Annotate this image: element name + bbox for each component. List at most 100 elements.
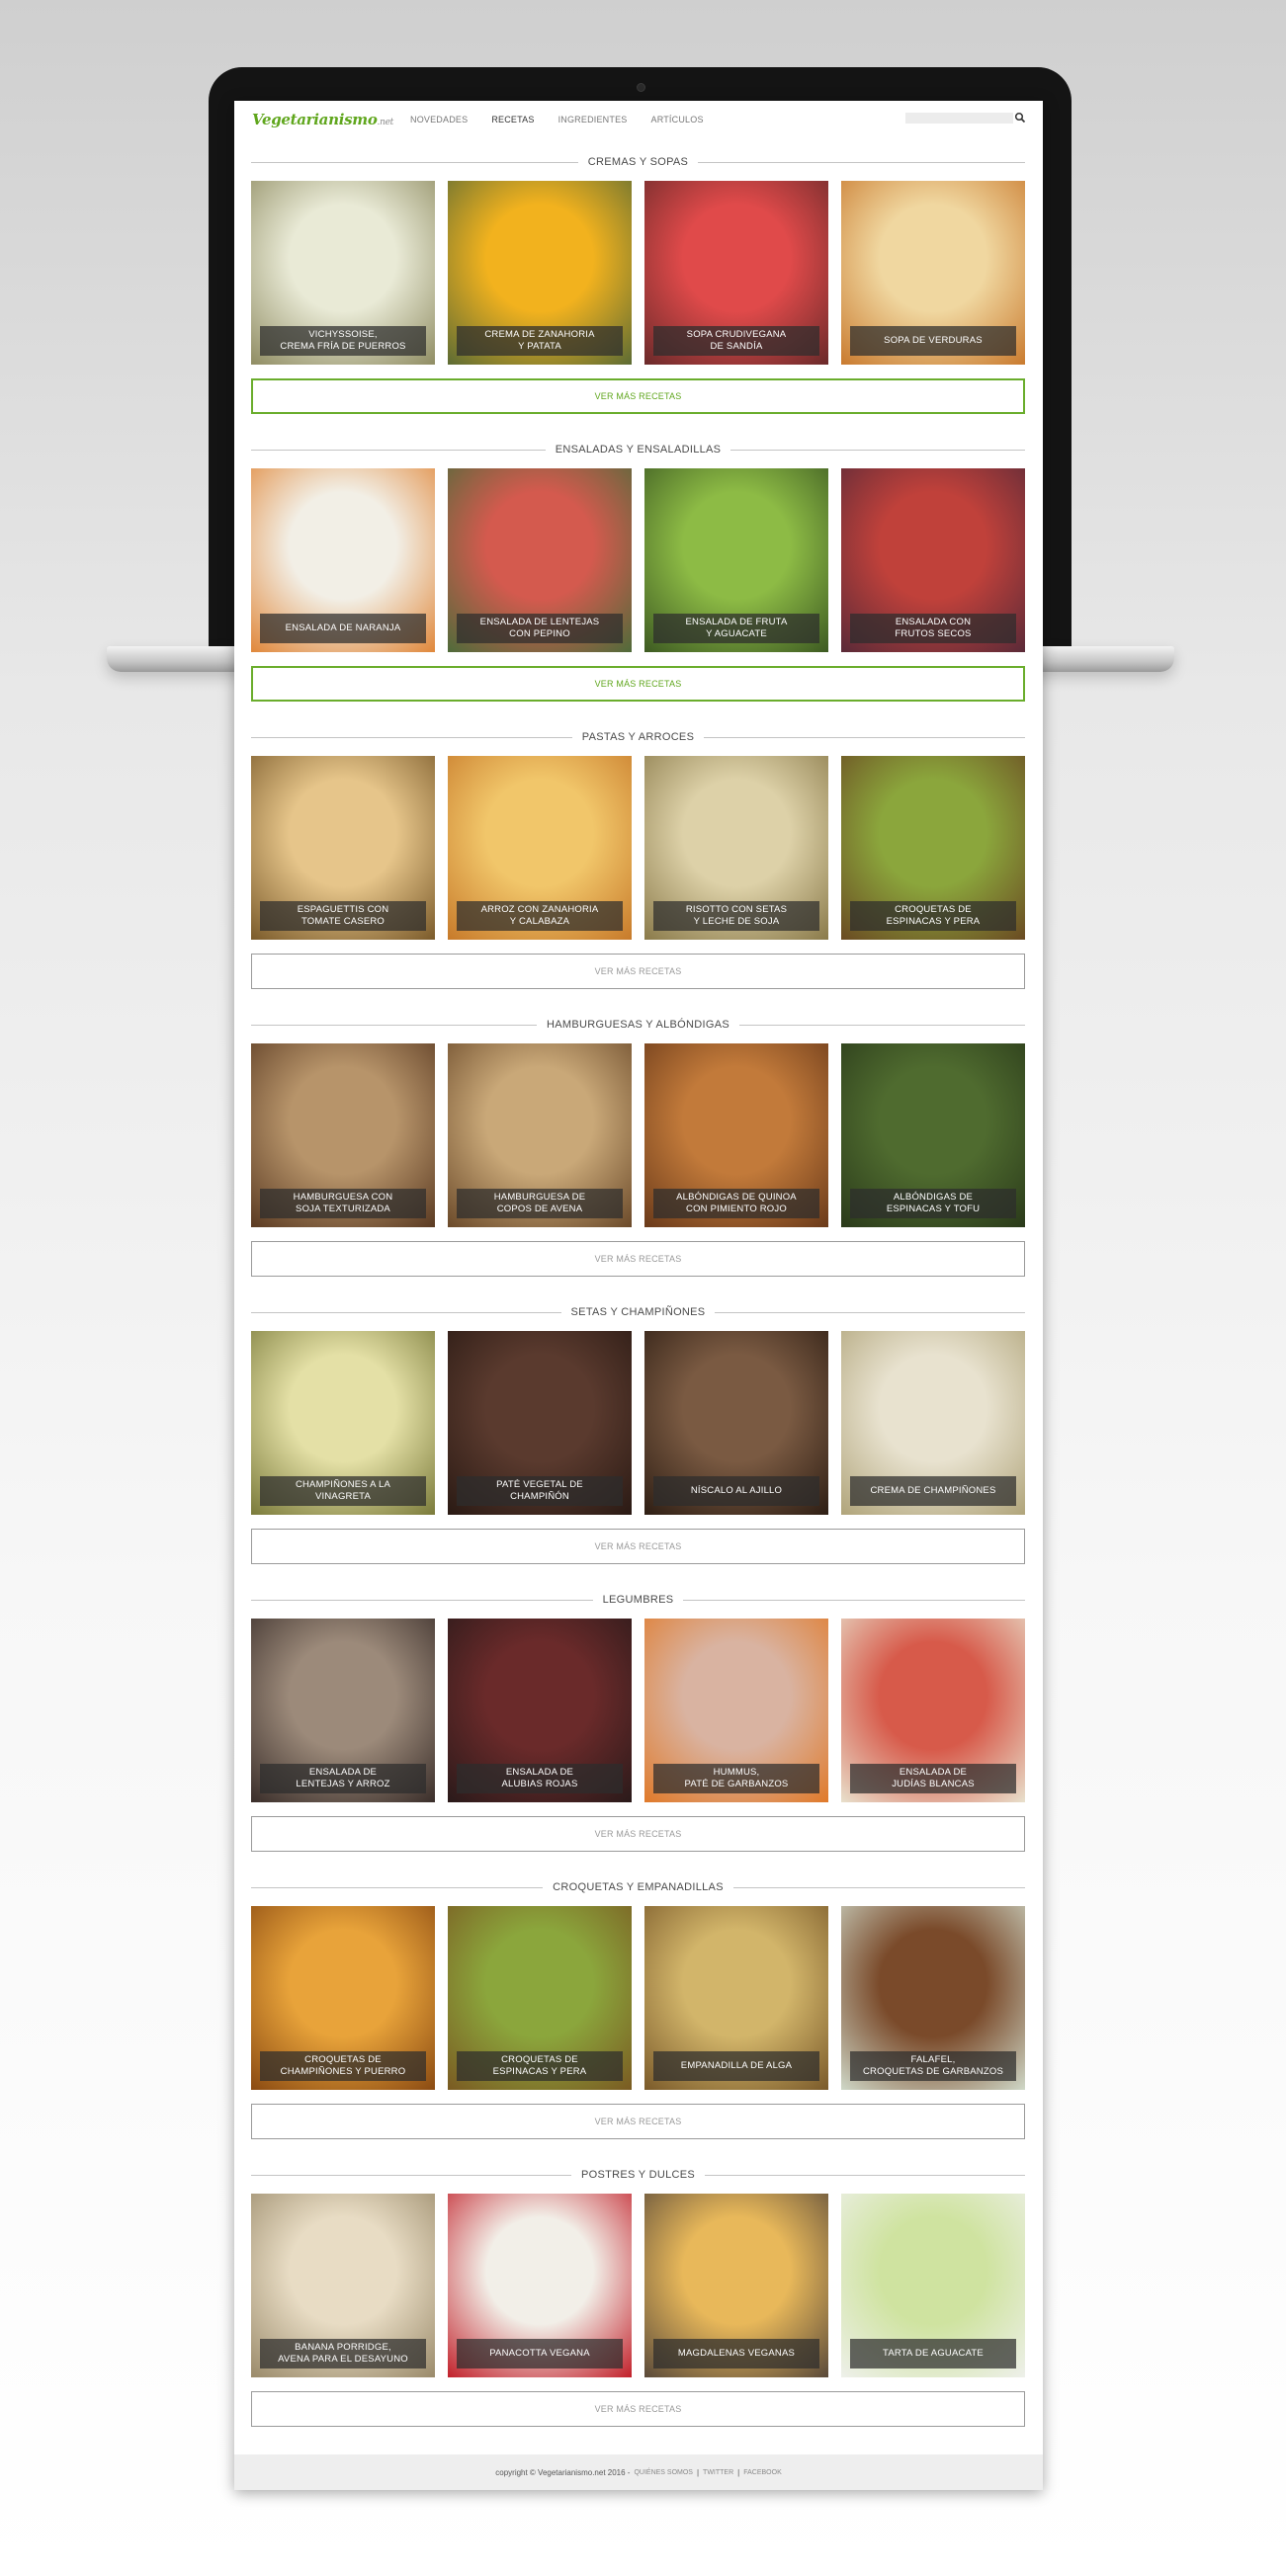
section-heading: Hamburguesas y albóndigas: [547, 1019, 729, 1031]
recipe-section: Setas y champiñones Champiñones a la vina…: [251, 1302, 1025, 1590]
see-more-recipes-button[interactable]: Ver más recetas: [251, 378, 1025, 414]
recipe-caption: Ensalada con frutos secos: [850, 614, 1016, 643]
main-nav: Novedades Recetas Ingredientes Artículos: [410, 115, 704, 125]
recipe-card[interactable]: Risotto con setas y leche de soja: [644, 756, 828, 940]
recipe-caption: Empanadilla de alga: [653, 2051, 819, 2081]
section-title: Pastas y arroces: [251, 727, 1026, 747]
recipe-card[interactable]: Paté vegetal de champiñón: [448, 1331, 632, 1515]
section-title: Legumbres: [251, 1590, 1025, 1610]
recipe-caption: Ensalada de alubias rojas: [457, 1764, 623, 1793]
divider: [251, 2174, 571, 2176]
recipe-caption: Hamburguesa de copos de avena: [457, 1189, 623, 1218]
recipe-caption: Banana porridge, avena para el desayuno: [260, 2339, 426, 2368]
section-heading: Postres y dulces: [580, 2169, 696, 2181]
search-input[interactable]: [905, 113, 1013, 124]
nav-novedades[interactable]: Novedades: [410, 115, 468, 125]
recipe-caption: Ensalada de judías blancas: [850, 1764, 1016, 1793]
recipe-card[interactable]: Níscalo al ajillo: [644, 1331, 828, 1515]
footer-link-facebook[interactable]: Facebook: [743, 2469, 782, 2476]
see-more-recipes-button[interactable]: Ver más recetas: [251, 2104, 1025, 2139]
site-footer: copyright © Vegetarianismo.net 2016 - Qu…: [234, 2454, 1043, 2490]
section-title: Setas y champiñones: [251, 1302, 1025, 1322]
divider: [732, 1886, 1025, 1888]
camera-icon: [637, 83, 645, 92]
recipe-caption: Crema de zanahoria y patata: [457, 326, 623, 356]
recipe-grid: Ensalada de naranja Ensalada de lentejas …: [251, 468, 1025, 652]
section-heading: Ensaladas y ensaladillas: [555, 444, 722, 456]
recipe-caption: Níscalo al ajillo: [653, 1476, 819, 1506]
site-logo[interactable]: Vegetarianismo.net: [252, 111, 393, 128]
recipe-caption: Hummus, paté de garbanzos: [653, 1764, 819, 1793]
recipe-card[interactable]: Ensalada de alubias rojas: [448, 1619, 632, 1802]
recipe-caption: Panacotta vegana: [457, 2339, 623, 2368]
recipe-card[interactable]: Crema de champiñones: [841, 1331, 1025, 1515]
recipe-card[interactable]: Panacotta vegana: [448, 2194, 632, 2377]
recipe-card[interactable]: Croquetas de espinacas y pera: [448, 1906, 632, 2090]
search-icon[interactable]: [1014, 112, 1026, 124]
footer-link-quienes-somos[interactable]: Quiénes somos: [634, 2469, 693, 2476]
recipe-grid: Champiñones a la vinagreta Paté vegetal d…: [251, 1331, 1025, 1515]
recipe-card[interactable]: Ensalada de naranja: [251, 468, 435, 652]
recipe-card[interactable]: Magdalenas veganas: [644, 2194, 828, 2377]
recipe-card[interactable]: Ensalada de lentejas con pepino: [448, 468, 632, 652]
recipe-card[interactable]: Albóndigas de quinoa con pimiento rojo: [644, 1043, 828, 1227]
recipe-card[interactable]: Sopa de verduras: [841, 181, 1025, 365]
recipe-card[interactable]: Espaguettis con tomate casero: [251, 756, 435, 940]
recipe-card[interactable]: Ensalada de lentejas y arroz: [251, 1619, 435, 1802]
see-more-recipes-button[interactable]: Ver más recetas: [251, 2391, 1025, 2427]
section-heading: Cremas y sopas: [587, 156, 689, 168]
see-more-recipes-button[interactable]: Ver más recetas: [251, 1816, 1025, 1852]
recipe-caption: Croquetas de espinacas y pera: [850, 901, 1016, 931]
recipe-card[interactable]: Falafel, croquetas de garbanzos: [841, 1906, 1025, 2090]
recipe-grid: Espaguettis con tomate casero Arroz con z…: [251, 756, 1025, 940]
recipe-sections: Cremas y sopas Vichyssoise, crema fría de…: [251, 152, 1026, 2452]
recipe-caption: Sopa de verduras: [850, 326, 1016, 356]
nav-recetas[interactable]: Recetas: [491, 115, 534, 125]
see-more-recipes-button[interactable]: Ver más recetas: [251, 954, 1025, 989]
nav-ingredientes[interactable]: Ingredientes: [558, 115, 628, 125]
recipe-caption: Croquetas de espinacas y pera: [457, 2051, 623, 2081]
see-more-recipes-button[interactable]: Ver más recetas: [251, 666, 1025, 702]
recipe-section: Legumbres Ensalada de lentejas y arroz Ens…: [251, 1590, 1025, 1877]
recipe-card[interactable]: Empanadilla de alga: [644, 1906, 828, 2090]
divider: [251, 736, 572, 738]
recipe-card[interactable]: Albóndigas de espinacas y tofu: [841, 1043, 1025, 1227]
recipe-card[interactable]: Tarta de aguacate: [841, 2194, 1025, 2377]
recipe-card[interactable]: Champiñones a la vinagreta: [251, 1331, 435, 1515]
see-more-recipes-button[interactable]: Ver más recetas: [251, 1529, 1025, 1564]
section-title: Postres y dulces: [251, 2165, 1026, 2185]
recipe-card[interactable]: Ensalada de judías blancas: [841, 1619, 1025, 1802]
recipe-card[interactable]: Ensalada con frutos secos: [841, 468, 1025, 652]
section-heading: Setas y champiñones: [570, 1306, 706, 1318]
section-heading: Pastas y arroces: [581, 731, 695, 743]
see-more-recipes-button[interactable]: Ver más recetas: [251, 1241, 1025, 1277]
recipe-card[interactable]: Banana porridge, avena para el desayuno: [251, 2194, 435, 2377]
recipe-card[interactable]: Croquetas de espinacas y pera: [841, 756, 1025, 940]
recipe-caption: Ensalada de lentejas con pepino: [457, 614, 623, 643]
recipe-caption: Hamburguesa con soja texturizada: [260, 1189, 426, 1218]
recipe-card[interactable]: Vichyssoise, crema fría de puerros: [251, 181, 435, 365]
recipe-grid: Croquetas de champiñones y puerro Croquet…: [251, 1906, 1025, 2090]
divider: [683, 1599, 1025, 1601]
recipe-caption: Ensalada de lentejas y arroz: [260, 1764, 426, 1793]
nav-articulos[interactable]: Artículos: [651, 115, 704, 125]
divider: [251, 1311, 561, 1313]
divider: [704, 736, 1026, 738]
site-header: Vegetarianismo.net Novedades Recetas Ing…: [234, 101, 1043, 136]
footer-link-twitter[interactable]: Twitter: [703, 2469, 733, 2476]
section-title: Ensaladas y ensaladillas: [251, 440, 1026, 459]
recipe-caption: Crema de champiñones: [850, 1476, 1016, 1506]
divider: [730, 449, 1026, 451]
recipe-caption: Arroz con zanahoria y calabaza: [457, 901, 623, 931]
recipe-caption: Albóndigas de quinoa con pimiento rojo: [653, 1189, 819, 1218]
recipe-card[interactable]: Croquetas de champiñones y puerro: [251, 1906, 435, 2090]
recipe-caption: Magdalenas veganas: [653, 2339, 819, 2368]
recipe-card[interactable]: Arroz con zanahoria y calabaza: [448, 756, 632, 940]
recipe-card[interactable]: Crema de zanahoria y patata: [448, 181, 632, 365]
recipe-card[interactable]: Sopa crudivegana de sandía: [644, 181, 828, 365]
recipe-card[interactable]: Hamburguesa de copos de avena: [448, 1043, 632, 1227]
recipe-card[interactable]: Hamburguesa con soja texturizada: [251, 1043, 435, 1227]
recipe-grid: Vichyssoise, crema fría de puerros Crema …: [251, 181, 1025, 365]
recipe-card[interactable]: Ensalada de fruta y aguacate: [644, 468, 828, 652]
recipe-card[interactable]: Hummus, paté de garbanzos: [644, 1619, 828, 1802]
